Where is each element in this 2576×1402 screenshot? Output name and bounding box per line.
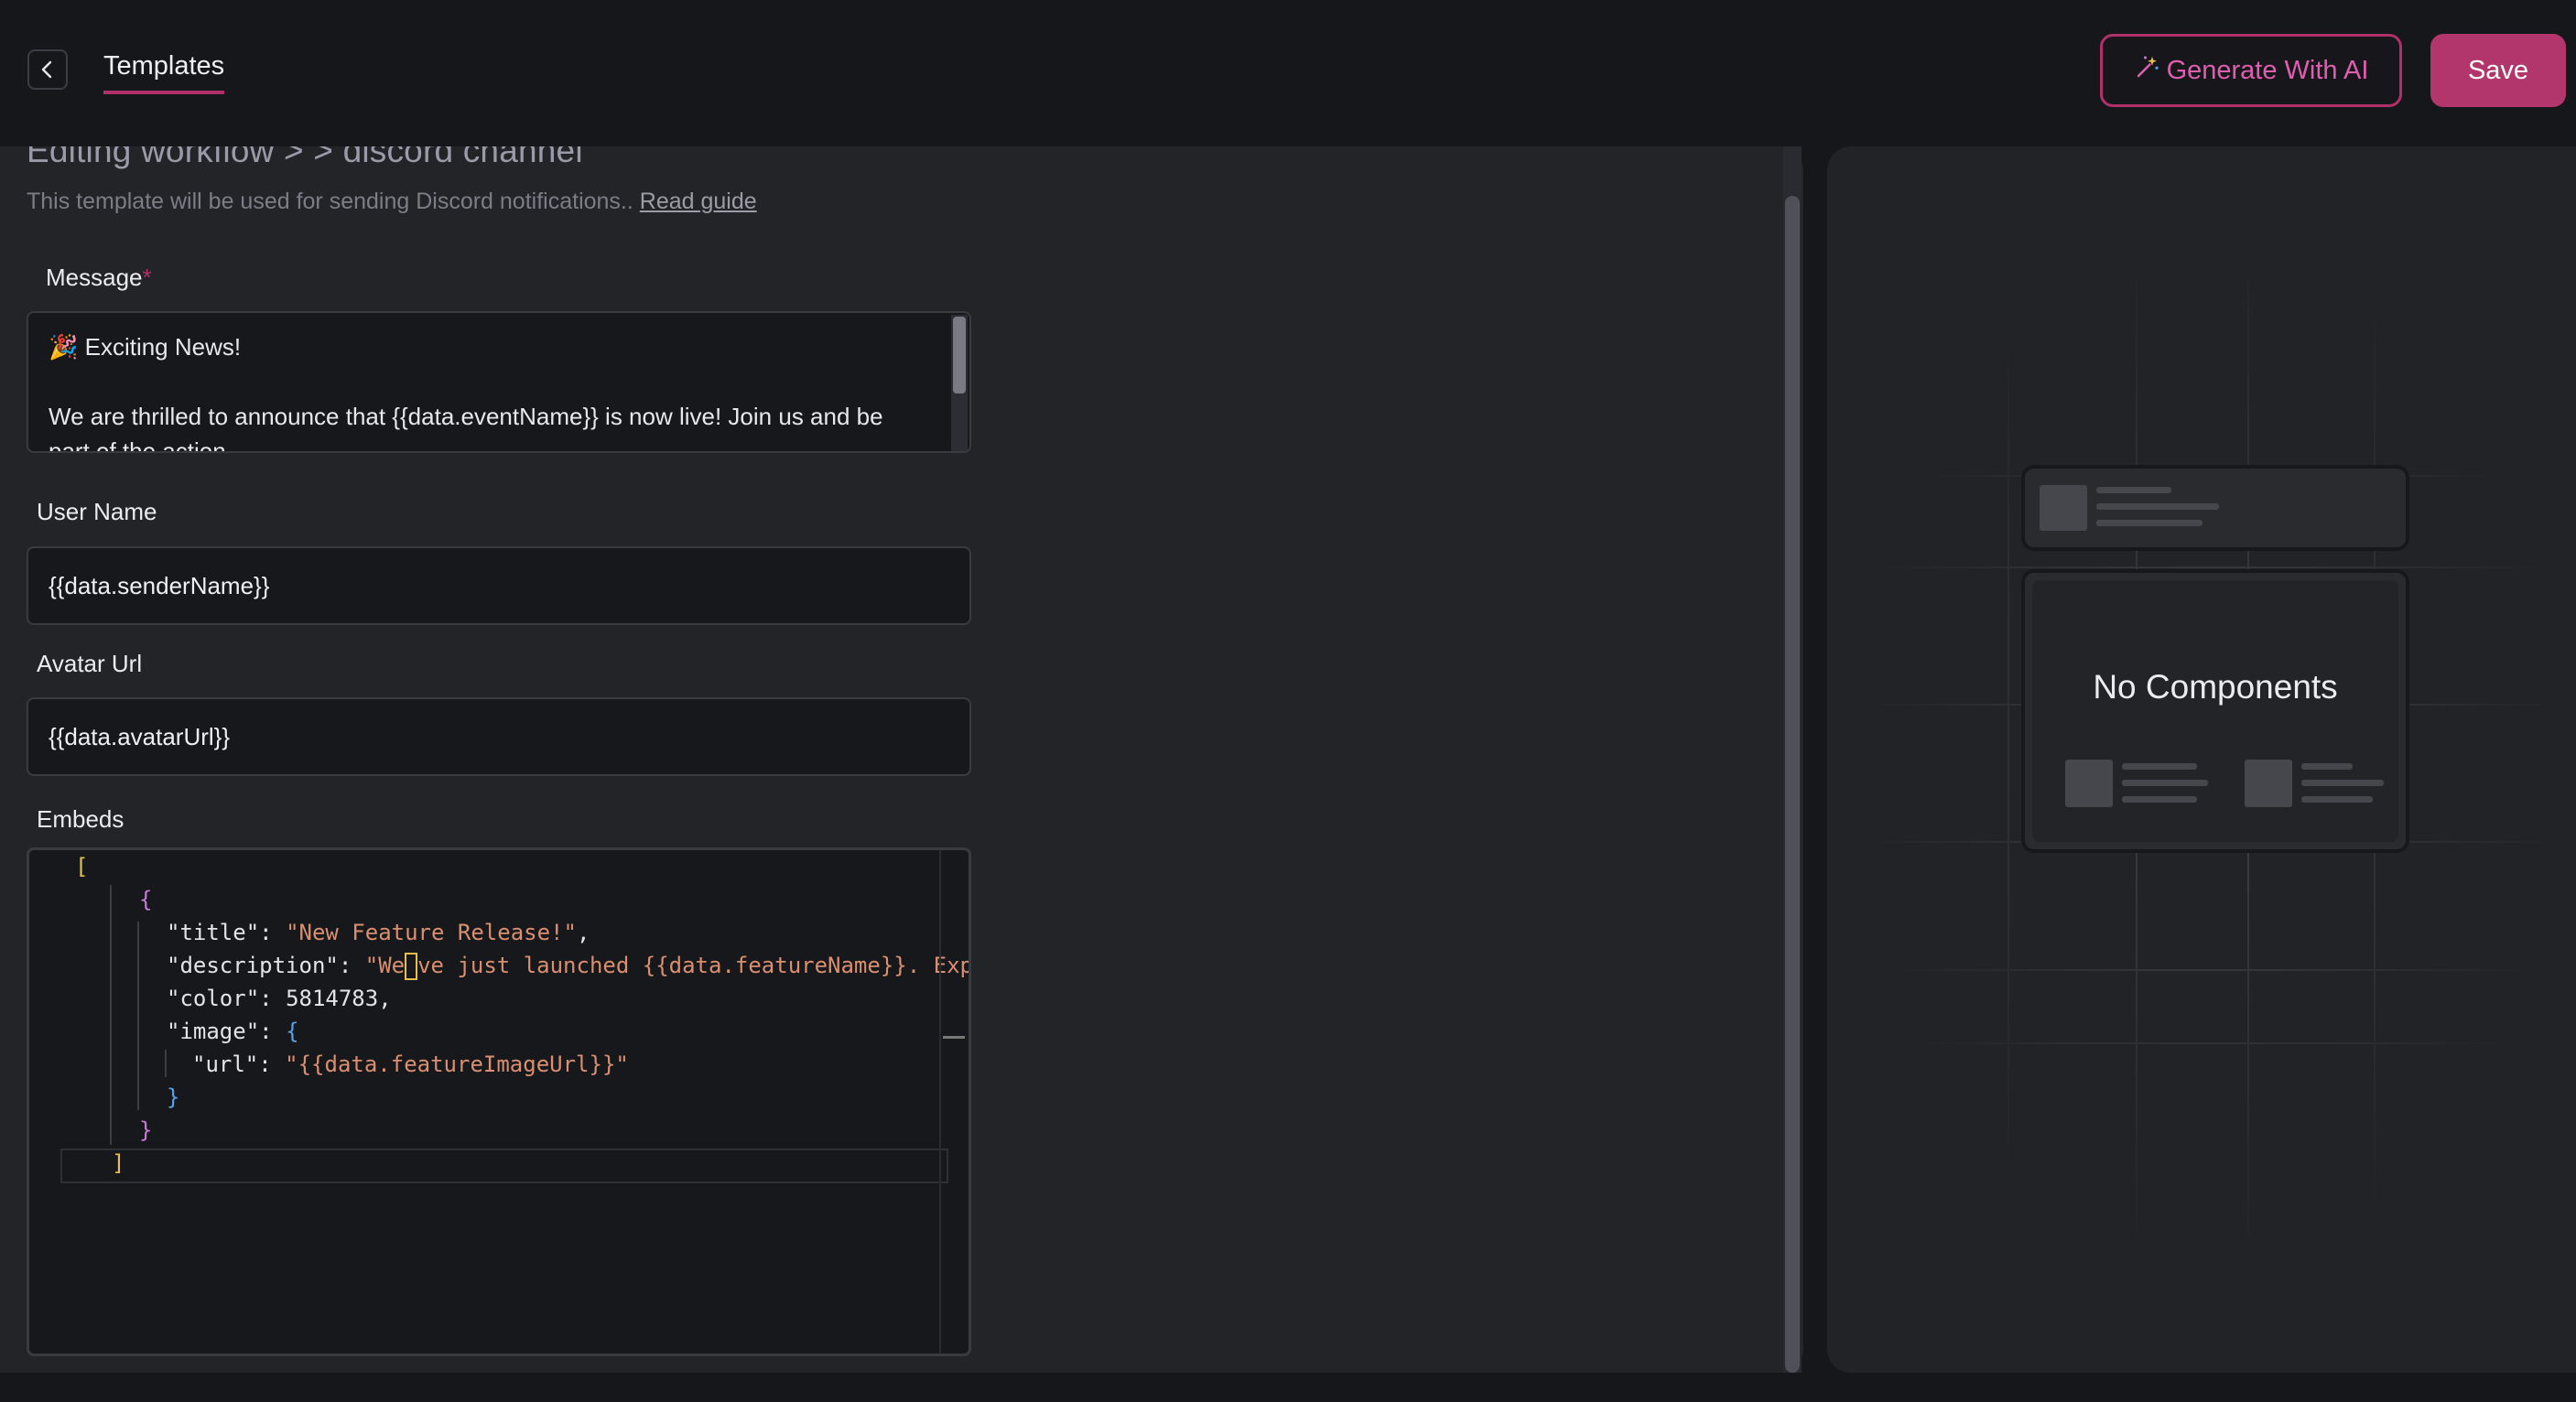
- user-name-input[interactable]: {{data.senderName}}: [27, 546, 971, 625]
- back-button[interactable]: [27, 49, 68, 90]
- message-scrollbar-thumb[interactable]: [953, 317, 966, 394]
- breadcrumb: Editing workflow > > discord channel: [27, 146, 583, 169]
- code-line: "image": {: [167, 1019, 299, 1044]
- code-line: ]: [112, 1150, 125, 1176]
- code-line: }: [167, 1084, 180, 1110]
- minimap-marker: [943, 1036, 965, 1039]
- code-line: "color": 5814783,: [167, 986, 392, 1011]
- skeleton-thumbnail: [2040, 485, 2087, 531]
- indent-guide: [165, 1050, 167, 1077]
- skeleton-line: [2301, 780, 2384, 786]
- skeleton-line: [2122, 780, 2208, 786]
- message-label-text: Message: [46, 264, 143, 291]
- code-minimap[interactable]: [939, 850, 969, 1353]
- message-line-1: 🎉 Exciting News!: [49, 333, 242, 361]
- tab-templates[interactable]: Templates: [103, 51, 225, 94]
- sparkle-wand-icon: [2134, 53, 2161, 88]
- skeleton-line: [2096, 503, 2219, 510]
- text-cursor: [405, 953, 418, 980]
- avatar-url-label: Avatar Url: [37, 650, 143, 677]
- embeds-label: Embeds: [37, 805, 124, 833]
- skeleton-line: [2096, 520, 2203, 526]
- top-bar: Templates Generate With AI Save: [0, 0, 2576, 146]
- generate-with-ai-label: Generate With AI: [2166, 55, 2369, 85]
- code-line: {: [139, 887, 153, 912]
- message-textarea[interactable]: 🎉 Exciting News! We are thrilled to anno…: [27, 311, 971, 453]
- user-name-label: User Name: [37, 498, 157, 525]
- save-button[interactable]: Save: [2430, 34, 2566, 107]
- skeleton-thumbnail: [2245, 760, 2292, 807]
- preview-empty-card: No Components: [2021, 569, 2409, 853]
- code-line: "url": "{{data.featureImageUrl}}": [192, 1052, 629, 1077]
- editor-scrollbar-thumb[interactable]: [1785, 196, 1800, 1373]
- code-gutter: [29, 850, 60, 1353]
- page-subtitle: This template will be used for sending D…: [27, 189, 757, 215]
- avatar-url-input[interactable]: {{data.avatarUrl}}: [27, 697, 971, 776]
- skeleton-line: [2096, 487, 2171, 493]
- required-mark: *: [142, 264, 152, 291]
- indent-guide: [110, 885, 112, 1145]
- skeleton-line: [2122, 796, 2197, 803]
- template-editor-panel: Editing workflow > > discord channel Thi…: [0, 146, 1803, 1373]
- message-label: Message*: [46, 264, 152, 292]
- skeleton-thumbnail: [2065, 760, 2113, 807]
- chevron-left-icon: [41, 60, 52, 79]
- subtitle-text: This template will be used for sending D…: [27, 189, 633, 214]
- read-guide-link[interactable]: Read guide: [640, 189, 757, 214]
- preview-skeleton-header: [2021, 465, 2409, 551]
- code-line: [: [75, 854, 89, 879]
- skeleton-line: [2301, 763, 2353, 770]
- skeleton-line: [2301, 796, 2373, 803]
- preview-panel: No Components: [1827, 146, 2576, 1373]
- embeds-code-editor[interactable]: [ { "title": "New Feature Release!", "de…: [27, 847, 971, 1356]
- generate-with-ai-button[interactable]: Generate With AI: [2100, 34, 2402, 107]
- code-line: "title": "New Feature Release!",: [167, 920, 590, 945]
- code-line: }: [139, 1117, 153, 1143]
- message-line-2: We are thrilled to announce that {{data.…: [49, 403, 883, 453]
- no-components-text: No Components: [2093, 668, 2338, 706]
- code-line: "description": "We ve just launched {{dat…: [167, 953, 971, 980]
- preview-card-inner: No Components: [2032, 580, 2398, 842]
- current-line-highlight: [60, 1149, 948, 1183]
- skeleton-line: [2122, 763, 2197, 770]
- indent-guide: [137, 922, 139, 1110]
